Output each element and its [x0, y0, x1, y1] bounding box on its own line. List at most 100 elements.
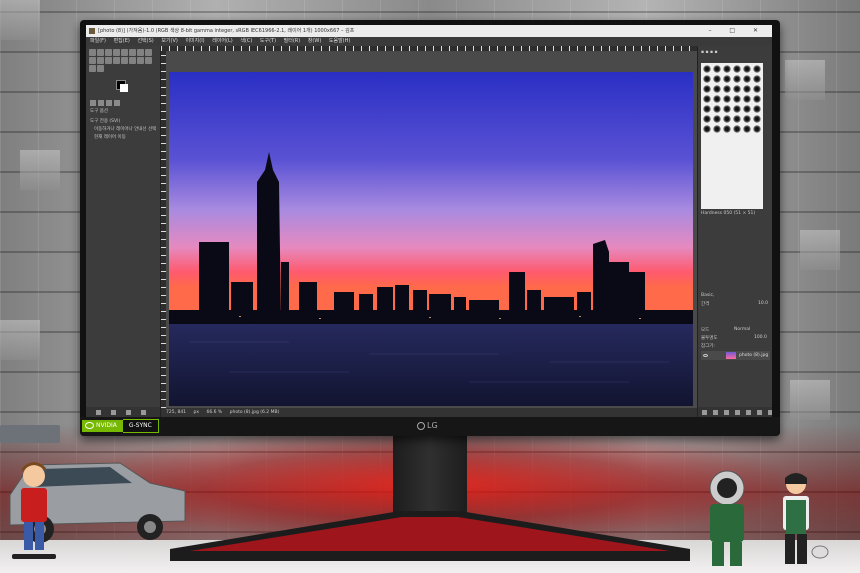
menu-windows[interactable]: 창(W): [308, 38, 321, 44]
brush-preset[interactable]: [743, 85, 751, 93]
rotate-tool-icon[interactable]: [137, 49, 144, 56]
brush-preset[interactable]: [713, 125, 721, 133]
spacing-value[interactable]: 10.0: [758, 301, 768, 306]
menu-colors[interactable]: 색(C): [240, 38, 252, 44]
brush-preset[interactable]: [753, 105, 761, 113]
tool-option-pick-layer[interactable]: 이동하거나 레이어나 안내선 선택: [94, 126, 156, 132]
unit-selector[interactable]: px: [193, 410, 199, 415]
brush-preset[interactable]: [733, 85, 741, 93]
image-canvas-photo[interactable]: [169, 72, 693, 406]
crop-tool-icon[interactable]: [129, 49, 136, 56]
text-tool-icon[interactable]: [97, 57, 104, 64]
menu-filters[interactable]: 필터(R): [284, 38, 301, 44]
layer-row[interactable]: photo (8).jpg: [701, 351, 770, 360]
gradient-tool-icon[interactable]: [113, 57, 120, 64]
brush-preset[interactable]: [723, 95, 731, 103]
images-tab-icon[interactable]: [114, 100, 120, 106]
paths-tool-icon[interactable]: [89, 57, 96, 64]
rect-select-icon[interactable]: [105, 49, 112, 56]
brush-preset[interactable]: [743, 125, 751, 133]
menu-layer[interactable]: 레이어(L): [212, 38, 233, 44]
tool-option-move-active[interactable]: 현재 레이어 이동: [94, 134, 126, 140]
brush-preset[interactable]: [743, 105, 751, 113]
brush-preset[interactable]: [703, 75, 711, 83]
delete-options-icon[interactable]: [126, 409, 131, 415]
eraser-icon[interactable]: [129, 57, 136, 64]
background-color[interactable]: [120, 84, 128, 92]
zoom-selector[interactable]: 66.6 %: [206, 410, 222, 415]
free-select-icon[interactable]: [113, 49, 120, 56]
bucket-fill-icon[interactable]: [105, 57, 112, 64]
menu-tools[interactable]: 도구(T): [260, 38, 276, 44]
menu-edit[interactable]: 편집(E): [114, 38, 130, 44]
brush-preset[interactable]: [733, 115, 741, 123]
reset-options-icon[interactable]: [141, 409, 146, 415]
warp-tool-icon[interactable]: [145, 49, 152, 56]
dodge-tool-icon[interactable]: [89, 65, 96, 72]
brush-preset[interactable]: [723, 115, 731, 123]
brush-preset[interactable]: [753, 85, 761, 93]
brush-preset[interactable]: [723, 75, 731, 83]
brush-preset[interactable]: [713, 95, 721, 103]
brush-preset[interactable]: [713, 105, 721, 113]
fg-bg-color-swatches[interactable]: [116, 80, 128, 92]
save-options-icon[interactable]: [96, 409, 101, 415]
brush-preset[interactable]: [753, 75, 761, 83]
brushes-grid[interactable]: [701, 63, 763, 209]
brush-preset[interactable]: [713, 85, 721, 93]
brush-preset[interactable]: [713, 75, 721, 83]
raise-layer-icon[interactable]: [724, 409, 729, 415]
paintbrush-icon[interactable]: [121, 57, 128, 64]
canvas-area[interactable]: [161, 46, 697, 408]
brush-preset[interactable]: [703, 95, 711, 103]
visibility-eye-icon[interactable]: [703, 354, 708, 357]
lower-layer-icon[interactable]: [735, 409, 740, 415]
align-tool-icon[interactable]: [97, 49, 104, 56]
brush-preset[interactable]: [703, 125, 711, 133]
brush-preset[interactable]: [703, 65, 711, 73]
clone-tool-icon[interactable]: [137, 57, 144, 64]
brush-preset[interactable]: [743, 65, 751, 73]
tool-options-tab-icon[interactable]: [90, 100, 96, 106]
menu-file[interactable]: 파일(F): [90, 38, 106, 44]
brush-preset[interactable]: [723, 85, 731, 93]
duplicate-layer-icon[interactable]: [746, 409, 751, 415]
brush-preset[interactable]: [753, 125, 761, 133]
opacity-value[interactable]: 100.0: [754, 335, 767, 340]
brush-preset[interactable]: [743, 95, 751, 103]
brush-preset[interactable]: [733, 65, 741, 73]
delete-layer-icon[interactable]: [768, 409, 772, 415]
menu-view[interactable]: 보기(V): [161, 38, 178, 44]
brush-preset[interactable]: [743, 75, 751, 83]
brush-tag-filter[interactable]: Basic,: [701, 293, 714, 298]
brush-preset[interactable]: [703, 85, 711, 93]
restore-options-icon[interactable]: [111, 409, 116, 415]
smudge-tool-icon[interactable]: [145, 57, 152, 64]
brush-preset[interactable]: [713, 65, 721, 73]
device-status-tab-icon[interactable]: [98, 100, 104, 106]
brush-preset[interactable]: [733, 125, 741, 133]
brush-preset[interactable]: [743, 115, 751, 123]
layer-mode-select[interactable]: Normal: [734, 327, 750, 332]
new-group-icon[interactable]: [713, 409, 718, 415]
brush-preset[interactable]: [703, 105, 711, 113]
brush-preset[interactable]: [753, 65, 761, 73]
fuzzy-select-icon[interactable]: [121, 49, 128, 56]
brush-preset[interactable]: [733, 95, 741, 103]
anchor-layer-icon[interactable]: [757, 409, 762, 415]
brush-preset[interactable]: [753, 95, 761, 103]
undo-history-tab-icon[interactable]: [106, 100, 112, 106]
brush-preset[interactable]: [733, 75, 741, 83]
brush-preset[interactable]: [713, 115, 721, 123]
brush-preset[interactable]: [733, 105, 741, 113]
brush-preset[interactable]: [703, 115, 711, 123]
new-layer-icon[interactable]: [702, 409, 707, 415]
brush-preset[interactable]: [723, 65, 731, 73]
brush-preset[interactable]: [753, 115, 761, 123]
window-controls[interactable]: – □ ✕: [708, 25, 766, 37]
brush-preset[interactable]: [723, 105, 731, 113]
menu-help[interactable]: 도움말(H): [329, 38, 350, 44]
menu-image[interactable]: 이미지(I): [185, 38, 204, 44]
menu-select[interactable]: 선택(S): [137, 38, 153, 44]
move-tool-icon[interactable]: [89, 49, 96, 56]
